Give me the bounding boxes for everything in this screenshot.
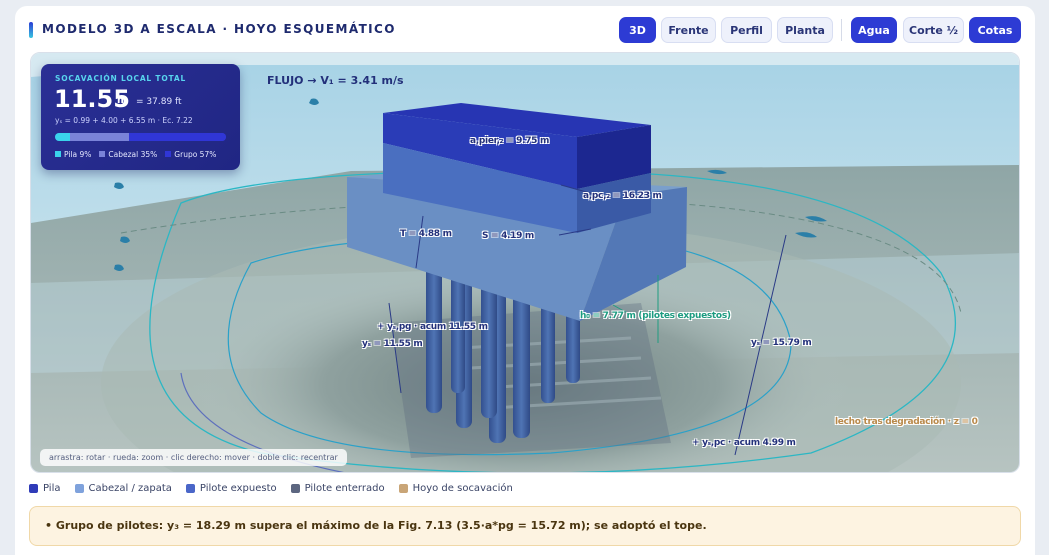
scour-equation: yₛ = 0.99 + 4.00 + 6.55 m · Ec. 7.22 [55, 116, 193, 125]
pile-cap-accum-label: + yₛ,pc · acum 4.99 m [692, 438, 796, 448]
right-scour-depth-label: yₛ = 15.79 m [751, 338, 812, 348]
view-front-button[interactable]: Frente [661, 17, 716, 43]
scour-total-feet: = 37.89 ft [136, 97, 182, 107]
pile-cap-width-label: a,pc,₂ = 16.23 m [583, 191, 662, 201]
legend-swatch [29, 484, 38, 493]
legend-item-scour-hole: Hoyo de socavación [398, 483, 513, 494]
legend-item-pile-cap: Cabezal / zapata [74, 483, 172, 494]
3d-viewport[interactable]: FLUJO → V₁ = 3.41 m/s SOCAVACIÓN LOCAL T… [30, 52, 1020, 473]
share-swatch-grupo [165, 151, 172, 157]
warning-note: • Grupo de pilotes: y₃ = 18.29 m supera … [29, 506, 1021, 546]
toolbar-divider [841, 19, 842, 41]
scour-share-bar [55, 133, 226, 141]
legend-item-buried-pile: Pilote enterrado [290, 483, 385, 494]
exposed-height-label: h₀ = 7.77 m (pilotes expuestos) [580, 311, 731, 321]
share-swatch-pila [55, 151, 61, 157]
legend-item-exposed-pile: Pilote expuesto [185, 483, 277, 494]
share-legend-pila: Pila 9% [55, 150, 91, 159]
pier-width-label: a,pier,₂ = 9.75 m [470, 136, 550, 146]
dimensions-toggle-button[interactable]: Cotas [969, 17, 1021, 43]
share-legend: Pila 9% Cabezal 35% Grupo 57% [55, 150, 216, 159]
header: MODELO 3D A ESCALA · HOYO ESQUEMÁTICO 3D… [15, 6, 1035, 52]
page-title: MODELO 3D A ESCALA · HOYO ESQUEMÁTICO [42, 22, 396, 36]
share-swatch-cabezal [99, 151, 106, 157]
share-legend-grupo: Grupo 57% [165, 150, 216, 159]
scour-summary-card: SOCAVACIÓN LOCAL TOTAL 11.55 m = 37.89 f… [41, 64, 240, 170]
material-legend: Pila Cabezal / zapata Pilote expuesto Pi… [29, 483, 527, 494]
total-scour-depth-label: yₛ = 11.55 m [362, 339, 423, 349]
scour-total-unit: m [117, 95, 128, 106]
view-3d-button[interactable]: 3D [619, 17, 656, 43]
legend-swatch [185, 484, 195, 493]
water-toggle-button[interactable]: Agua [851, 17, 897, 43]
bed-level-label: lecho tras degradación · z = 0 [835, 417, 978, 427]
pile [426, 253, 442, 413]
share-segment-pila [55, 133, 71, 141]
legend-swatch [398, 484, 408, 493]
title-accent [29, 22, 33, 38]
half-cut-toggle-button[interactable]: Corte ½ [903, 17, 964, 43]
pile-spacing-label: S = 4.19 m [482, 231, 535, 241]
flow-label: FLUJO → V₁ = 3.41 m/s [267, 74, 404, 87]
share-segment-cabezal [70, 133, 130, 141]
legend-swatch [290, 484, 300, 493]
view-plan-button[interactable]: Planta [777, 17, 833, 43]
app-card: MODELO 3D A ESCALA · HOYO ESQUEMÁTICO 3D… [15, 6, 1035, 555]
legend-item-pier: Pila [29, 483, 61, 494]
pile-group-accum-label: + yₛ,pg · acum 11.55 m [377, 322, 488, 332]
share-segment-grupo [129, 133, 226, 141]
controls-hint: arrastra: rotar · rueda: zoom · clic der… [40, 449, 347, 466]
share-legend-cabezal: Cabezal 35% [99, 150, 157, 159]
cap-thickness-label: T = 4.88 m [400, 229, 452, 239]
legend-swatch [74, 484, 84, 493]
view-profile-button[interactable]: Perfil [721, 17, 772, 43]
scour-summary-label: SOCAVACIÓN LOCAL TOTAL [55, 74, 187, 83]
